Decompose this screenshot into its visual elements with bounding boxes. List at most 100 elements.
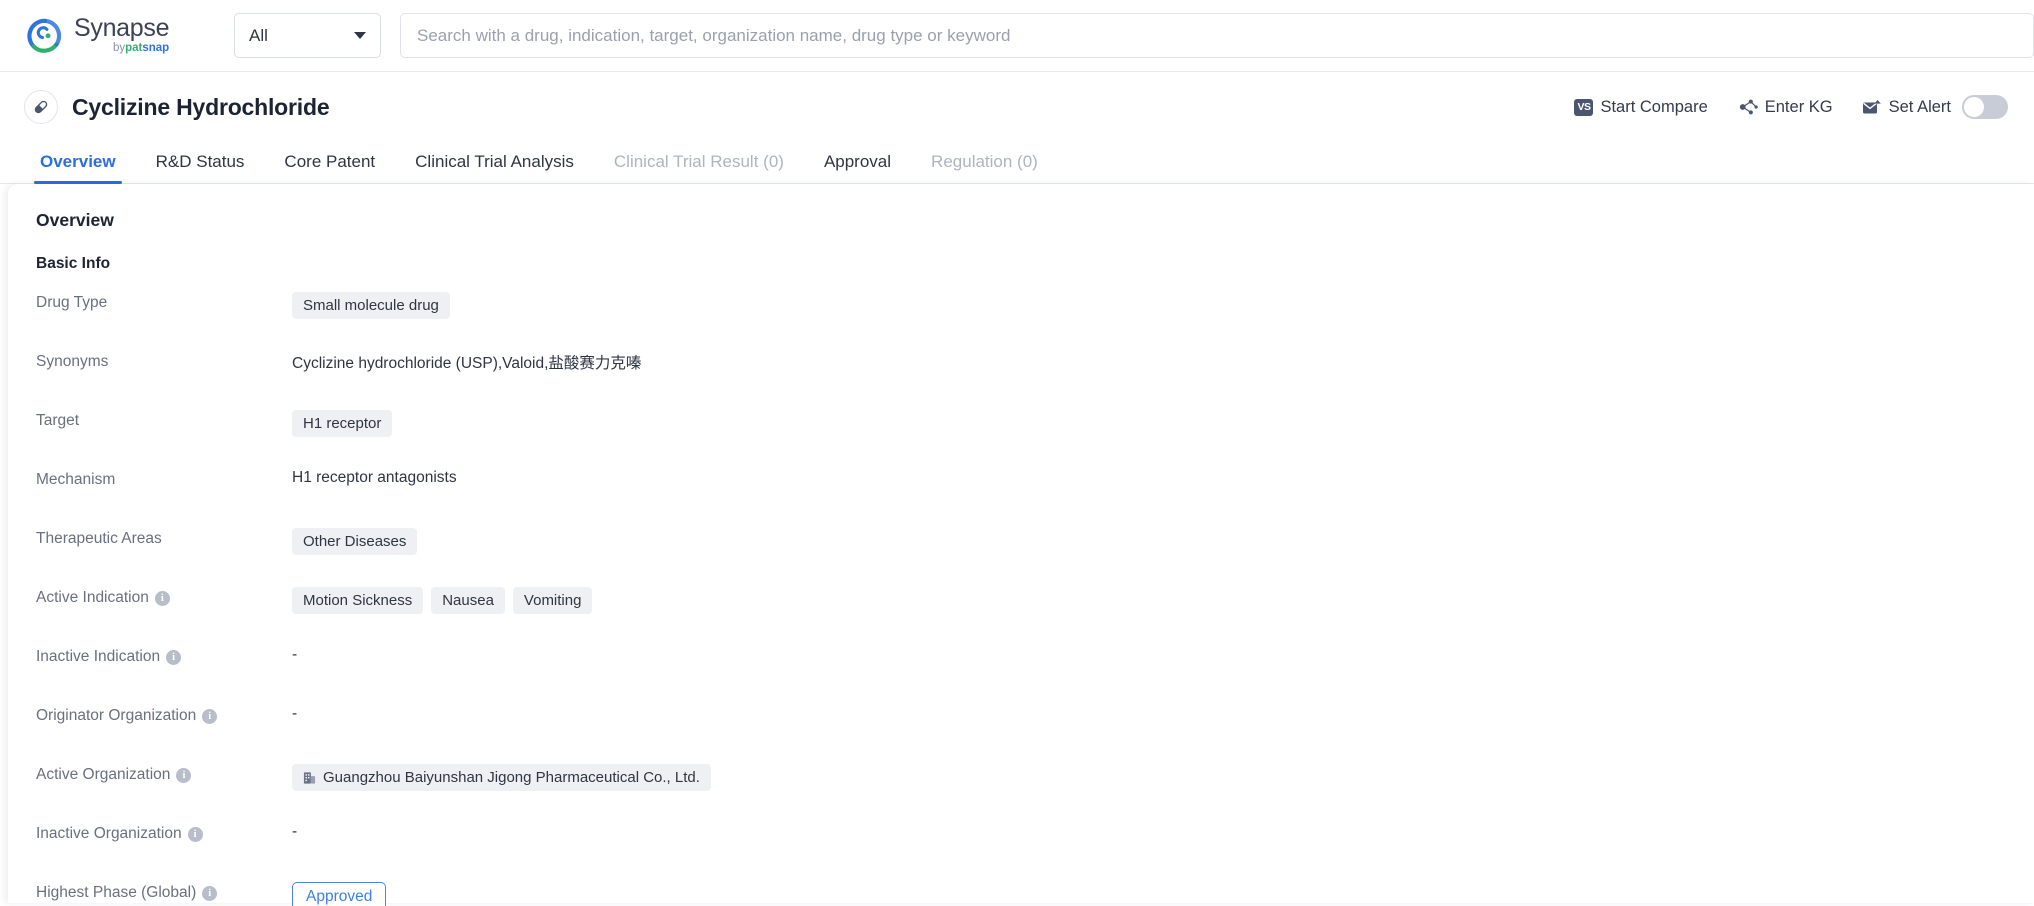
brand-snap: snap — [142, 42, 170, 55]
info-row-value: - — [292, 704, 297, 723]
empty-value: - — [292, 705, 298, 722]
info-icon[interactable]: i — [154, 590, 170, 606]
info-row-value: - — [292, 822, 297, 841]
info-row-label-text: Target — [36, 412, 80, 429]
info-row-label: Target — [36, 409, 292, 430]
company-icon — [303, 771, 316, 785]
tab-rd-status[interactable]: R&D Status — [136, 152, 265, 183]
value-chip[interactable]: Vomiting — [512, 587, 593, 614]
info-row: Inactive Indication i - — [36, 645, 2034, 704]
value-chip[interactable]: Other Diseases — [292, 528, 418, 555]
highest-phase-badge[interactable]: Approved — [292, 882, 387, 906]
page-title: Cyclizine Hydrochloride — [72, 93, 330, 120]
value-chip[interactable]: Small molecule drug — [292, 292, 450, 319]
text-value: Cyclizine hydrochloride (USP),Valoid,盐酸赛… — [292, 355, 642, 372]
info-icon[interactable]: i — [202, 708, 218, 724]
search-input[interactable] — [417, 25, 2017, 46]
info-row: Therapeutic Areas Other Diseases — [36, 527, 2034, 586]
info-row-value: Motion Sickness Nausea Vomiting — [292, 586, 593, 614]
info-row-label-text: Inactive Organization — [36, 825, 182, 842]
info-row-label-text: Drug Type — [36, 294, 108, 311]
start-compare-label: Start Compare — [1600, 97, 1708, 116]
detail-tabs: Overview R&D Status Core Patent Clinical… — [0, 142, 2034, 184]
toggle-knob — [1964, 97, 1984, 117]
tab-overview[interactable]: Overview — [20, 152, 136, 184]
search-scope-select[interactable]: All — [234, 13, 381, 58]
alert-mail-icon — [1862, 99, 1882, 116]
text-value: H1 receptor antagonists — [292, 469, 457, 486]
overview-section-title: Overview — [36, 210, 114, 230]
info-row: Synonyms Cyclizine hydrochloride (USP),Va… — [36, 350, 2034, 409]
enter-kg-label: Enter KG — [1764, 97, 1833, 116]
header-actions: VS Start Compare Enter KG Set Alert — [1574, 95, 2008, 119]
info-row-label-text: Therapeutic Areas — [36, 530, 162, 547]
enter-kg-button[interactable]: Enter KG — [1737, 98, 1833, 117]
info-row: Inactive Organization i - — [36, 822, 2034, 881]
start-compare-button[interactable]: VS Start Compare — [1574, 97, 1708, 117]
overview-panel: Overview Basic Info Drug Type Small molec… — [8, 184, 2034, 906]
info-row-label-text: Active Indication — [36, 589, 149, 606]
content-shell: Overview Basic Info Drug Type Small molec… — [0, 184, 2034, 906]
brand-by: by — [112, 42, 126, 55]
info-row-label-text: Highest Phase (Global) — [36, 884, 197, 901]
info-row-label-text: Originator Organization — [36, 707, 197, 724]
value-chip[interactable]: Nausea — [431, 587, 505, 614]
info-row: Active Indication i Motion Sickness Nausea V… — [36, 586, 2034, 645]
tab-clinical-trial-analysis[interactable]: Clinical Trial Analysis — [395, 152, 594, 183]
info-row-value: H1 receptor antagonists — [292, 468, 457, 487]
info-row-label: Highest Phase (Global) i — [36, 881, 292, 902]
basic-info-title: Basic Info — [36, 255, 111, 272]
info-row-value: Guangzhou Baiyunshan Jigong Pharmaceutic… — [292, 763, 711, 791]
organization-chip[interactable]: Guangzhou Baiyunshan Jigong Pharmaceutic… — [292, 764, 711, 791]
global-top-bar: Synapse bypatsnap All — [0, 0, 2034, 72]
search-scope-value: All — [249, 25, 268, 45]
info-row-label-text: Inactive Indication — [36, 648, 161, 665]
set-alert-label: Set Alert — [1888, 97, 1951, 116]
synapse-logo-icon — [26, 17, 64, 55]
basic-info-rows: Drug Type Small molecule drug Synonyms Cycl… — [36, 291, 2034, 906]
brand-pat: pat — [125, 42, 143, 55]
info-row-label-text: Synonyms — [36, 353, 109, 370]
info-row-value: Approved — [292, 881, 387, 906]
info-icon[interactable]: i — [202, 885, 218, 901]
value-chip[interactable]: Motion Sickness — [292, 587, 424, 614]
chevron-down-icon — [354, 32, 366, 39]
info-row-label: Synonyms — [36, 350, 292, 371]
synapse-logo[interactable]: Synapse bypatsnap — [26, 16, 198, 55]
organization-name: Guangzhou Baiyunshan Jigong Pharmaceutic… — [323, 769, 700, 786]
set-alert-button[interactable]: Set Alert — [1862, 95, 2008, 119]
value-chip[interactable]: H1 receptor — [292, 410, 393, 437]
info-row-label: Drug Type — [36, 291, 292, 312]
info-row: Drug Type Small molecule drug — [36, 291, 2034, 350]
vs-icon: VS — [1574, 98, 1594, 116]
info-row-label: Inactive Organization i — [36, 822, 292, 843]
info-row-value: - — [292, 645, 297, 664]
info-icon[interactable]: i — [166, 649, 182, 665]
tab-approval[interactable]: Approval — [804, 152, 911, 183]
info-row-label-text: Mechanism — [36, 471, 116, 488]
info-icon[interactable]: i — [187, 826, 203, 842]
info-row-label: Inactive Indication i — [36, 645, 292, 666]
info-icon[interactable]: i — [176, 767, 192, 783]
drug-header: Cyclizine Hydrochloride VS Start Compare… — [0, 72, 2034, 142]
info-row: Highest Phase (Global) i Approved — [36, 881, 2034, 906]
info-row-label: Active Indication i — [36, 586, 292, 607]
info-row-label: Mechanism — [36, 468, 292, 489]
empty-value: - — [292, 646, 298, 663]
knowledge-graph-icon — [1737, 98, 1758, 116]
info-row: Active Organization i Guangzhou Baiyunshan… — [36, 763, 2034, 822]
info-row-label: Active Organization i — [36, 763, 292, 784]
global-search-box[interactable] — [400, 13, 2034, 58]
info-row-value: Cyclizine hydrochloride (USP),Valoid,盐酸赛… — [292, 350, 641, 373]
info-row: Originator Organization i - — [36, 704, 2034, 763]
capsule-icon — [24, 90, 58, 124]
tab-clinical-trial-result[interactable]: Clinical Trial Result (0) — [594, 152, 804, 183]
set-alert-toggle[interactable] — [1962, 95, 2008, 119]
tab-core-patent[interactable]: Core Patent — [264, 152, 395, 183]
info-row-value: Small molecule drug — [292, 291, 450, 319]
info-row: Mechanism H1 receptor antagonists — [36, 468, 2034, 527]
info-row-label: Therapeutic Areas — [36, 527, 292, 548]
info-row: Target H1 receptor — [36, 409, 2034, 468]
brand-name: Synapse — [74, 14, 170, 43]
tab-regulation[interactable]: Regulation (0) — [911, 152, 1058, 183]
